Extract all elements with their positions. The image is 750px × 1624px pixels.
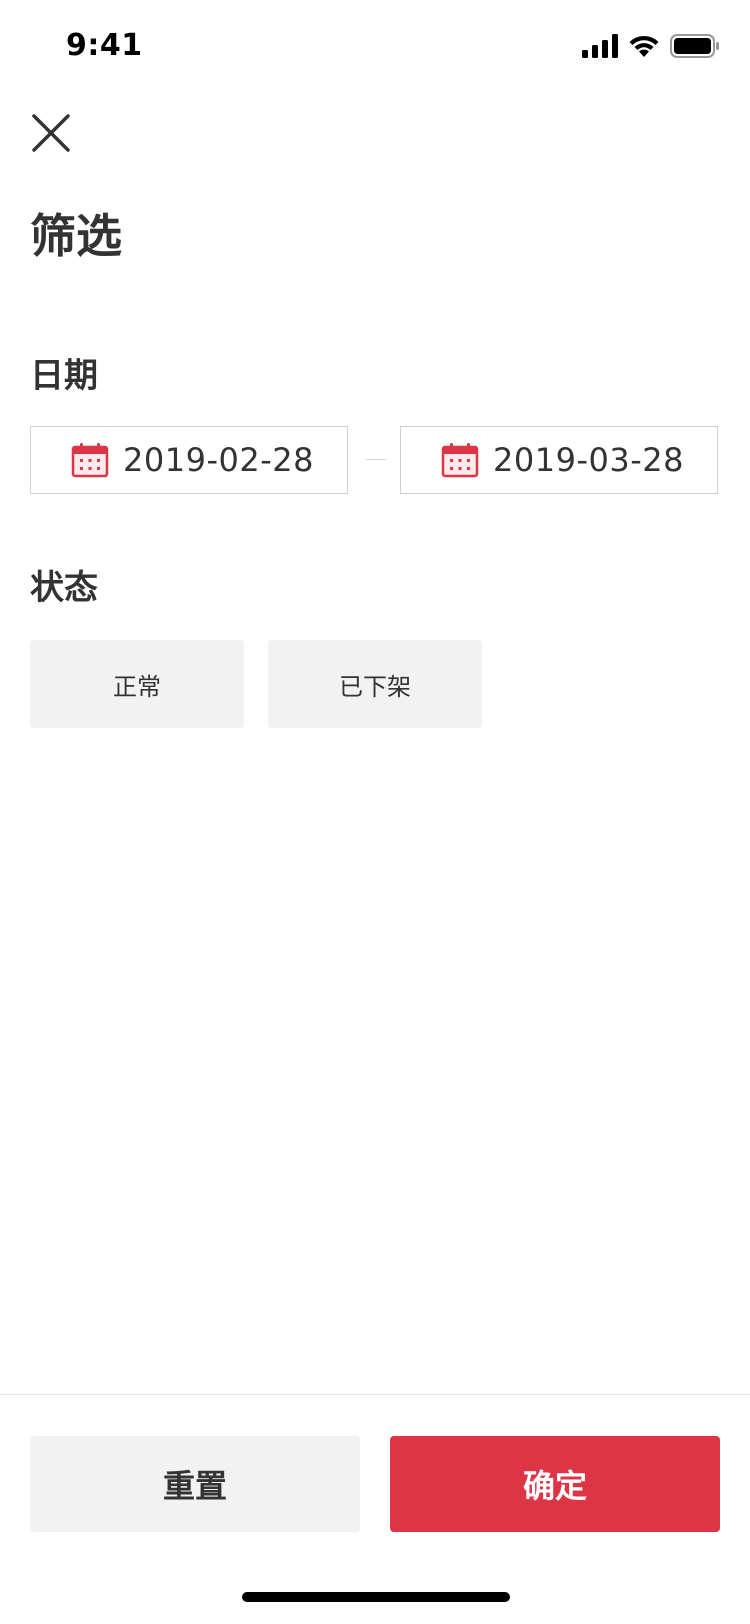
confirm-button[interactable]: 确定 — [390, 1436, 720, 1532]
calendar-icon — [71, 443, 109, 478]
start-date-field[interactable]: 2019-02-28 — [30, 426, 348, 494]
status-section-label: 状态 — [30, 568, 98, 608]
end-date-value: 2019-03-28 — [493, 441, 684, 479]
close-button[interactable] — [30, 112, 72, 154]
date-range-separator — [366, 459, 386, 460]
page-title: 筛选 — [30, 209, 122, 263]
signal-icon — [582, 34, 618, 58]
close-icon — [32, 114, 70, 152]
battery-icon — [670, 34, 719, 58]
end-date-field[interactable]: 2019-03-28 — [400, 426, 718, 494]
status-option-normal[interactable]: 正常 — [30, 640, 244, 728]
status-time: 9:41 — [66, 28, 143, 63]
reset-button[interactable]: 重置 — [30, 1436, 360, 1532]
status-option-delisted[interactable]: 已下架 — [268, 640, 482, 728]
start-date-value: 2019-02-28 — [123, 441, 314, 479]
calendar-icon — [441, 443, 479, 478]
footer-divider — [0, 1394, 750, 1395]
home-indicator — [242, 1592, 510, 1602]
status-indicators — [582, 32, 720, 60]
wifi-icon — [629, 35, 659, 57]
date-section-label: 日期 — [30, 356, 98, 396]
